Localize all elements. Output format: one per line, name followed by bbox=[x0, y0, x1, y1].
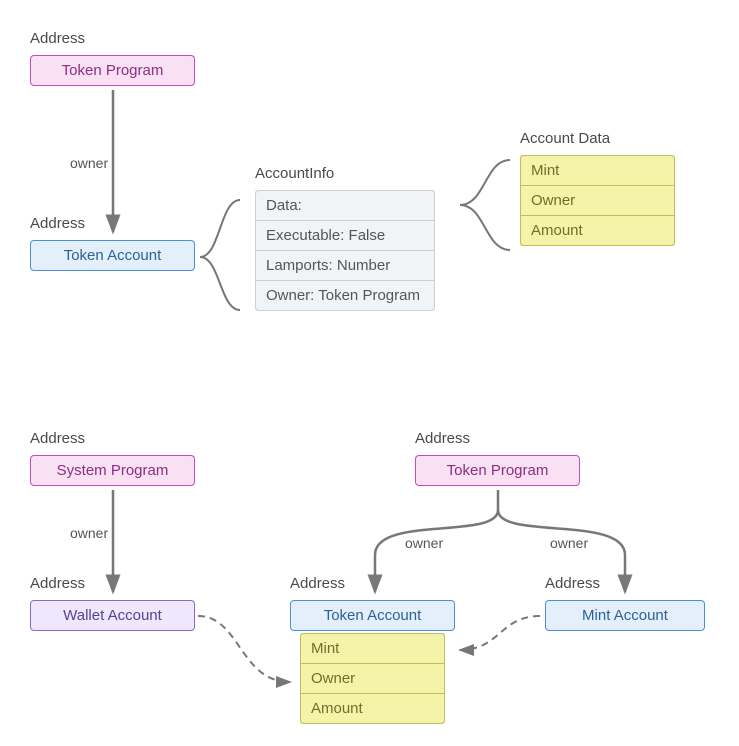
accountinfo-row-lamports: Lamports: Number bbox=[255, 250, 435, 281]
token-account-box-top: Token Account bbox=[30, 240, 195, 271]
dashed-mint-to-mint bbox=[460, 616, 540, 650]
address-label-1: Address bbox=[30, 30, 85, 47]
system-program-box: System Program bbox=[30, 455, 195, 486]
accountinfo-stack: Data: Executable: False Lamports: Number… bbox=[255, 190, 435, 311]
accountdata-stack: Mint Owner Amount bbox=[520, 155, 675, 246]
accountinfo-row-data: Data: bbox=[255, 190, 435, 221]
owner-edge-label-left: owner bbox=[405, 535, 443, 551]
accountinfo-row-executable: Executable: False bbox=[255, 220, 435, 251]
token-program-box-top: Token Program bbox=[30, 55, 195, 86]
owner-edge-label-top: owner bbox=[70, 155, 108, 171]
owner-edge-label-right: owner bbox=[550, 535, 588, 551]
token-account-field-mint: Mint bbox=[300, 633, 445, 664]
address-label-6: Address bbox=[290, 575, 345, 592]
address-label-5: Address bbox=[415, 430, 470, 447]
brace-info-to-data bbox=[460, 160, 510, 250]
token-account-field-amount: Amount bbox=[300, 693, 445, 724]
brace-token-to-info bbox=[200, 200, 240, 310]
accountdata-row-owner: Owner bbox=[520, 185, 675, 216]
accountdata-row-amount: Amount bbox=[520, 215, 675, 246]
token-account-box-bottom: Token Account bbox=[290, 600, 455, 631]
address-label-4: Address bbox=[30, 575, 85, 592]
owner-edge-label-sys: owner bbox=[70, 525, 108, 541]
address-label-2: Address bbox=[30, 215, 85, 232]
token-account-field-owner: Owner bbox=[300, 663, 445, 694]
token-program-box-bottom: Token Program bbox=[415, 455, 580, 486]
accountinfo-title: AccountInfo bbox=[255, 165, 334, 182]
dashed-wallet-to-owner bbox=[198, 616, 290, 682]
accountinfo-row-owner: Owner: Token Program bbox=[255, 280, 435, 311]
address-label-7: Address bbox=[545, 575, 600, 592]
address-label-3: Address bbox=[30, 430, 85, 447]
accountdata-row-mint: Mint bbox=[520, 155, 675, 186]
token-account-fields-stack: Mint Owner Amount bbox=[300, 633, 445, 724]
wallet-account-box: Wallet Account bbox=[30, 600, 195, 631]
mint-account-box: Mint Account bbox=[545, 600, 705, 631]
accountdata-title: Account Data bbox=[520, 130, 610, 147]
